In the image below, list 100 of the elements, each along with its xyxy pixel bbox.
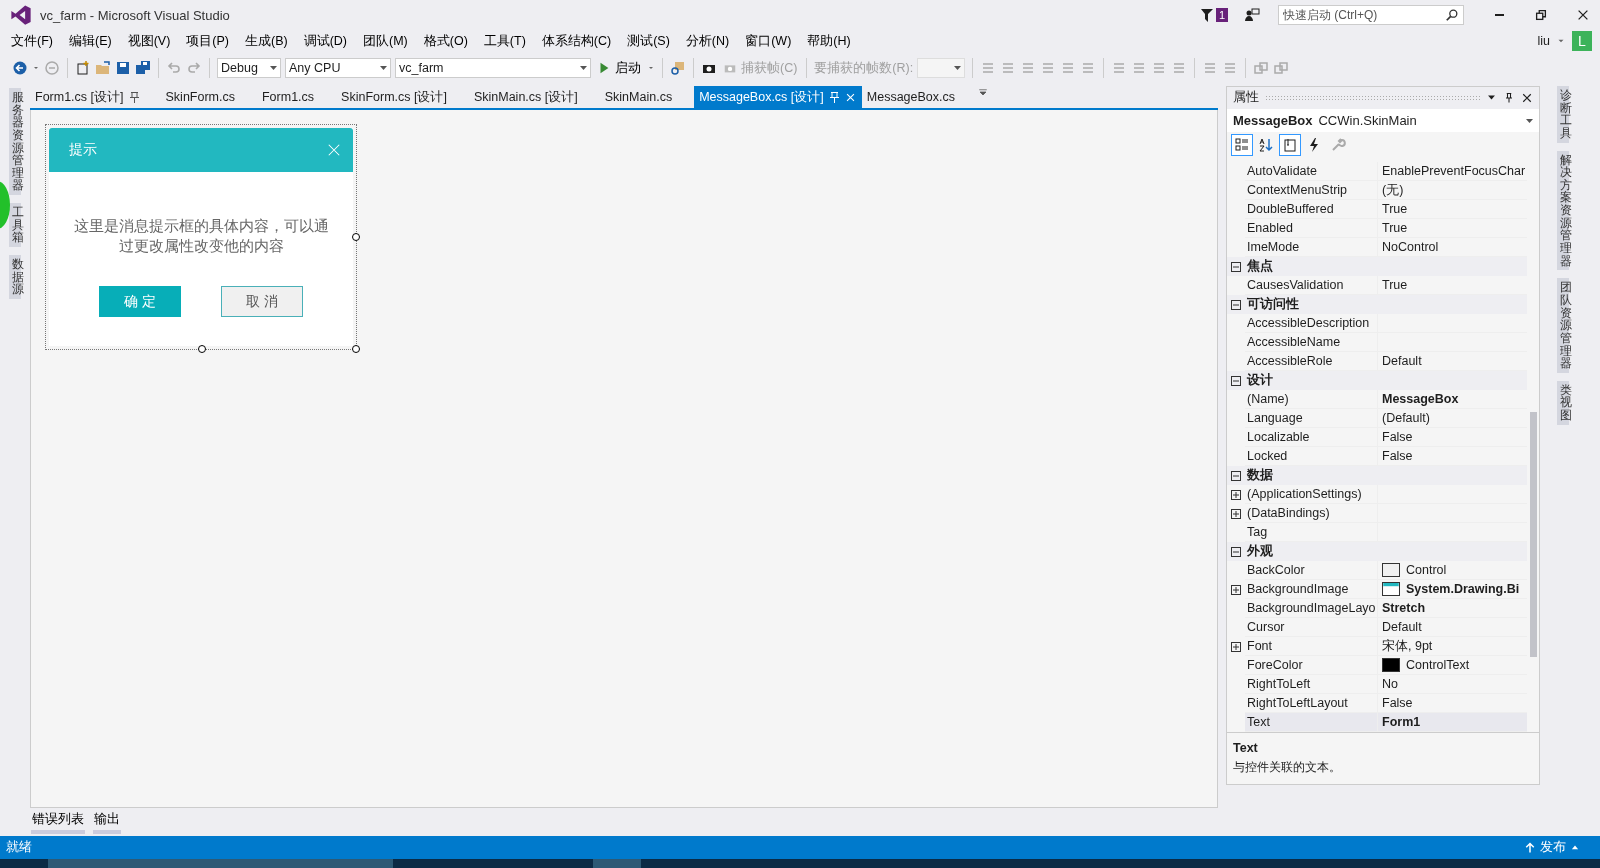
resize-handle[interactable] xyxy=(198,345,206,353)
object-selector[interactable]: MessageBox CCWin.SkinMain xyxy=(1227,108,1539,133)
property-name[interactable]: Cursor xyxy=(1245,618,1378,637)
property-value: ControlText xyxy=(1406,658,1470,672)
caret-icon[interactable] xyxy=(32,64,40,72)
back-icon[interactable] xyxy=(12,60,28,76)
status-text: 就绪 xyxy=(6,839,32,856)
caret-icon[interactable] xyxy=(647,64,655,72)
property-value: Stretch xyxy=(1382,601,1426,615)
form-preview[interactable]: 提示 这里是消息提示框的具体内容，可以通过更改属性改变他的内容 确 定 取 消 xyxy=(45,124,357,350)
property-name[interactable]: AccessibleRole xyxy=(1245,352,1378,371)
property-name[interactable]: Localizable xyxy=(1245,428,1378,447)
property-name[interactable]: Font xyxy=(1245,637,1378,656)
publish-button[interactable]: 发布 xyxy=(1518,838,1586,857)
caret-icon xyxy=(580,66,587,70)
menu-item[interactable]: 文件(F) xyxy=(4,30,60,52)
caret-icon xyxy=(1526,118,1533,123)
property-name[interactable]: (Name) xyxy=(1245,390,1378,409)
property-value: Default xyxy=(1382,620,1422,634)
property-name[interactable]: Text xyxy=(1245,713,1378,732)
menu-item[interactable]: 测试(S) xyxy=(620,30,677,52)
property-name[interactable]: BackColor xyxy=(1245,561,1378,580)
expand-icon[interactable] xyxy=(1231,641,1241,652)
menu-item[interactable]: 帮助(H) xyxy=(800,30,858,52)
close-tab-icon[interactable] xyxy=(844,91,856,103)
flag-icon[interactable] xyxy=(1198,7,1215,23)
expand-icon[interactable] xyxy=(1231,584,1241,595)
expand-icon[interactable] xyxy=(1231,508,1241,519)
save-all-icon[interactable] xyxy=(135,60,151,76)
collapse-icon[interactable] xyxy=(1231,261,1241,272)
caret-icon xyxy=(270,66,277,70)
category-label: 数据 xyxy=(1246,467,1273,484)
document-tab[interactable]: Form1.cs [设计] xyxy=(30,86,161,108)
menu-item[interactable]: 调试(D) xyxy=(296,30,354,52)
new-project-icon[interactable] xyxy=(75,60,91,76)
property-name[interactable]: (DataBindings) xyxy=(1245,504,1378,523)
project-dropdown[interactable]: vc_farm xyxy=(395,58,591,78)
window-title: vc_farm - Microsoft Visual Studio xyxy=(40,7,230,23)
property-name[interactable]: AutoValidate xyxy=(1245,162,1378,181)
collapse-icon[interactable] xyxy=(1231,375,1241,386)
property-name[interactable]: ContextMenuStrip xyxy=(1245,181,1378,200)
property-name[interactable]: Locked xyxy=(1245,447,1378,466)
caret-icon xyxy=(380,66,387,70)
close-icon[interactable] xyxy=(1521,91,1533,104)
feedback-icon[interactable] xyxy=(1244,7,1260,23)
property-name[interactable]: AccessibleDescription xyxy=(1245,314,1378,333)
menu-item[interactable]: 视图(V) xyxy=(120,30,178,52)
property-name[interactable]: DoubleBuffered xyxy=(1245,200,1378,219)
document-tab[interactable]: SkinMain.cs xyxy=(599,86,695,108)
collapse-icon[interactable] xyxy=(1231,299,1241,310)
property-value: 宋体, 9pt xyxy=(1382,637,1433,655)
collapse-icon[interactable] xyxy=(1231,470,1241,481)
document-tab[interactable]: SkinMain.cs [设计] xyxy=(468,86,600,108)
close-icon xyxy=(1576,8,1590,22)
document-tab[interactable]: Form1.cs xyxy=(256,86,337,108)
tab-list-icon[interactable] xyxy=(977,86,990,98)
user-name[interactable]: liu xyxy=(1537,34,1550,48)
menu-item[interactable]: 编辑(E) xyxy=(61,30,119,52)
property-name[interactable]: (ApplicationSettings) xyxy=(1245,485,1378,504)
property-name[interactable]: Tag xyxy=(1245,523,1378,542)
resize-handle[interactable] xyxy=(352,233,360,241)
property-name[interactable]: ImeMode xyxy=(1245,238,1378,257)
property-name[interactable]: BackgroundImageLayo xyxy=(1245,599,1378,618)
category-label: 焦点 xyxy=(1246,258,1273,275)
configuration-dropdown[interactable]: Debug xyxy=(217,58,281,78)
menu-item[interactable]: 工具(T) xyxy=(476,30,533,52)
search-icon[interactable] xyxy=(1445,8,1459,22)
resize-handle[interactable] xyxy=(352,345,360,353)
property-value: System.Drawing.Bi xyxy=(1406,582,1520,596)
start-button[interactable]: 启动 xyxy=(595,59,643,77)
property-name[interactable]: BackgroundImage xyxy=(1245,580,1378,599)
menu-item[interactable]: 项目(P) xyxy=(179,30,236,52)
find-icon[interactable] xyxy=(670,60,686,76)
document-tab[interactable]: SkinForm.cs [设计] xyxy=(336,86,469,108)
property-name[interactable]: Enabled xyxy=(1245,219,1378,238)
cancel-button[interactable]: 取 消 xyxy=(221,286,303,317)
quick-launch-field[interactable]: 快速启动 (Ctrl+Q) xyxy=(1278,5,1464,25)
menu-item[interactable]: 窗口(W) xyxy=(738,30,799,52)
notification-badge[interactable]: 1 xyxy=(1215,8,1228,22)
menu-item[interactable]: 分析(N) xyxy=(678,30,737,52)
menu-item[interactable]: 生成(B) xyxy=(238,30,295,52)
property-name[interactable]: Language xyxy=(1245,409,1378,428)
menu-item[interactable]: 团队(M) xyxy=(356,30,415,52)
platform-dropdown[interactable]: Any CPU xyxy=(285,58,391,78)
save-icon[interactable] xyxy=(115,60,131,76)
property-name[interactable]: ForeColor xyxy=(1245,656,1378,675)
document-tab[interactable]: MessageBox.cs [设计] xyxy=(694,86,862,108)
expand-icon[interactable] xyxy=(1231,489,1241,500)
property-name[interactable]: RightToLeftLayout xyxy=(1245,694,1378,713)
menu-item[interactable]: 体系结构(C) xyxy=(534,30,619,52)
menu-item[interactable]: 格式(O) xyxy=(416,30,475,52)
property-name[interactable]: RightToLeft xyxy=(1245,675,1378,694)
document-tab[interactable]: SkinForm.cs xyxy=(160,86,257,108)
property-name[interactable]: CausesValidation xyxy=(1245,276,1378,295)
open-folder-icon[interactable] xyxy=(95,60,111,76)
pin-icon[interactable] xyxy=(129,91,139,103)
collapse-icon[interactable] xyxy=(1231,546,1241,557)
property-name[interactable]: AccessibleName xyxy=(1245,333,1378,352)
pin-icon[interactable] xyxy=(1503,91,1515,104)
document-tab[interactable]: MessageBox.cs xyxy=(861,86,978,108)
